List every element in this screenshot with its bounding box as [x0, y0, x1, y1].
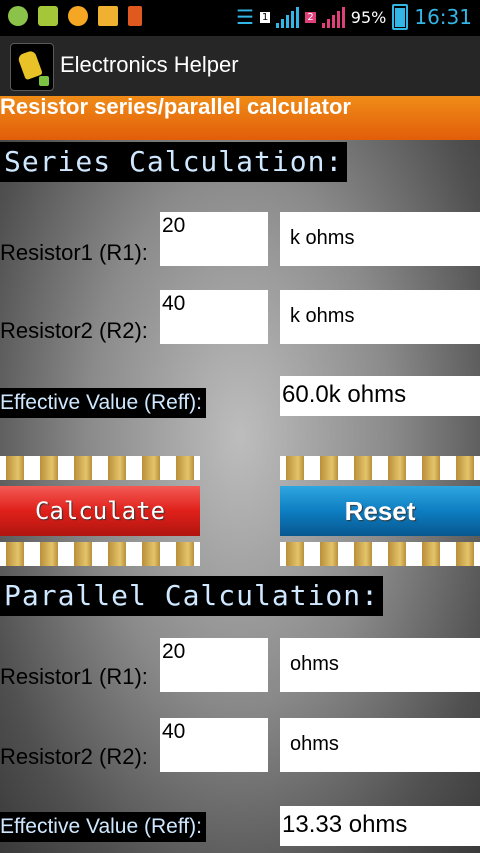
series-r2-unit-select[interactable]: k ohms [280, 290, 480, 344]
series-effective-value: 60.0k ohms [280, 376, 480, 416]
parallel-effective-value: 13.33 ohms [280, 806, 480, 846]
android-icon [8, 6, 28, 26]
main-content: Resistor series/parallel calculator Seri… [0, 96, 480, 853]
signal-strength-icon [321, 6, 345, 28]
sim2-badge: 2 [305, 11, 316, 23]
download-icon [128, 6, 142, 26]
reset-button-label: Reset [344, 496, 416, 526]
series-section-title: Series Calculation: [0, 142, 348, 182]
notification-icons [8, 6, 142, 26]
system-indicators: ☰ 1 2 95% 16:31 [236, 4, 472, 30]
parallel-r1-unit-select[interactable]: ohms [280, 638, 480, 692]
calculate-button-label: Calculate [34, 497, 166, 525]
sync-icon [68, 6, 88, 26]
banner-title: Resistor series/parallel calculator [0, 96, 351, 119]
parallel-r1-label: Resistor1 (R1): [0, 664, 148, 689]
android-debug-icon [38, 6, 58, 26]
parallel-r2-unit-select[interactable]: ohms [280, 718, 480, 772]
calculate-button[interactable]: Calculate [0, 456, 200, 566]
parallel-r2-input[interactable]: 40 [160, 718, 268, 772]
series-r1-input[interactable]: 20 [160, 212, 268, 266]
series-r2-input[interactable]: 40 [160, 290, 268, 344]
reset-button[interactable]: Reset [280, 456, 480, 566]
signal-strength-icon [276, 6, 300, 28]
status-bar: ☰ 1 2 95% 16:31 [0, 0, 480, 36]
series-effective-label: Effective Value (Reff): [0, 388, 206, 418]
series-r1-label: Resistor1 (R1): [0, 240, 148, 265]
parallel-effective-label: Effective Value (Reff): [0, 812, 206, 842]
series-r2-label: Resistor2 (R2): [0, 318, 148, 343]
parallel-section-title: Parallel Calculation: [0, 576, 384, 616]
battery-icon [392, 4, 409, 30]
parallel-r2-label: Resistor2 (R2): [0, 744, 148, 769]
clock: 16:31 [414, 5, 472, 29]
battery-percent: 95% [350, 7, 387, 27]
action-bar: Electronics Helper [0, 36, 480, 96]
series-r1-unit-select[interactable]: k ohms [280, 212, 480, 266]
app-logo-icon[interactable] [10, 43, 54, 91]
chart-icon [98, 6, 118, 26]
wifi-icon: ☰ [236, 5, 255, 29]
sim1-badge: 1 [260, 11, 271, 23]
parallel-r1-input[interactable]: 20 [160, 638, 268, 692]
calculator-banner: Resistor series/parallel calculator [0, 96, 480, 140]
app-title: Electronics Helper [60, 52, 239, 77]
